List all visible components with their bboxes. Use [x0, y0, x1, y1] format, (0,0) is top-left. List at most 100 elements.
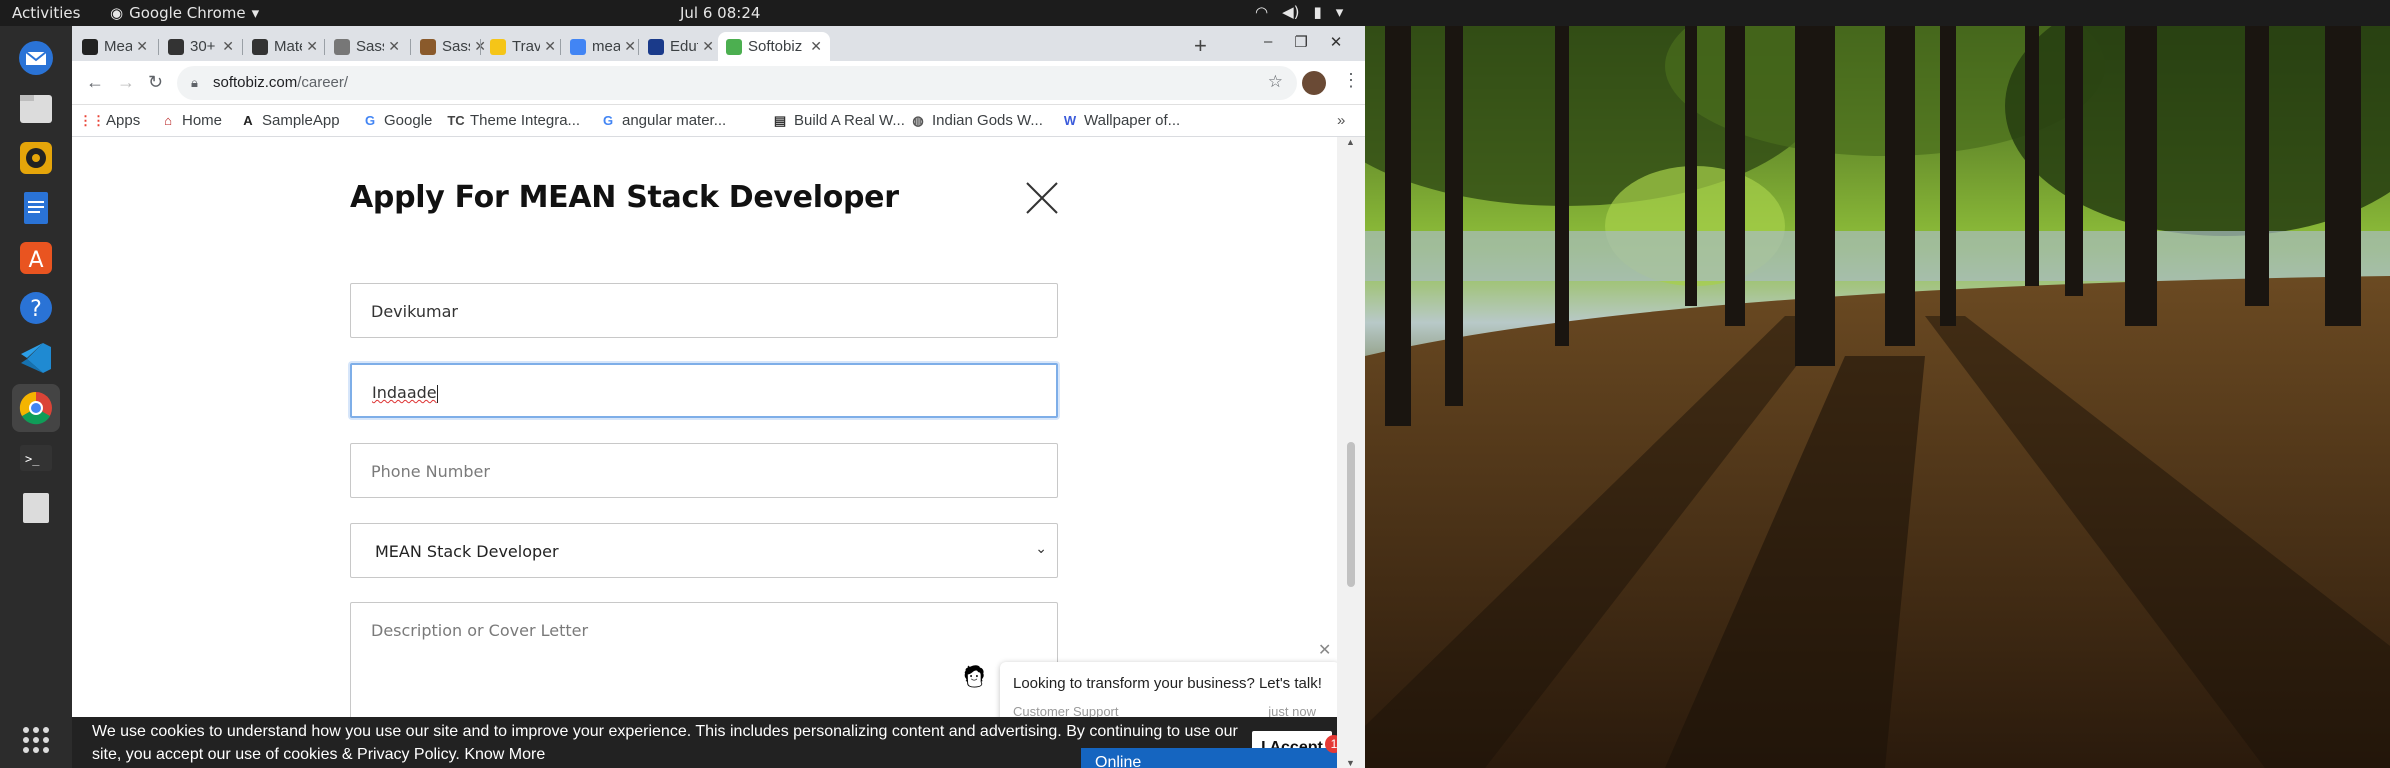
chat-message: Looking to transform your business? Let'…	[1013, 675, 1322, 692]
svg-text:?: ?	[30, 297, 42, 322]
last-name-field[interactable]: Indaade	[350, 363, 1058, 418]
bookmark-home[interactable]: ⌂ Home	[160, 112, 222, 129]
tab-travelo[interactable]: Travelo✕	[482, 32, 564, 61]
doc-icon: ▤	[773, 112, 787, 128]
software-center-icon[interactable]: A	[12, 234, 60, 282]
close-tab-icon[interactable]: ✕	[136, 38, 148, 55]
new-tab-button[interactable]: +	[1194, 33, 1207, 59]
close-tab-icon[interactable]: ✕	[222, 38, 234, 55]
url-path: /career/	[297, 74, 349, 91]
tab-meansta[interactable]: MeanSta✕	[74, 32, 156, 61]
chrome-menu-icon[interactable]: ⋮	[1342, 70, 1360, 91]
bookmark-wallpaper-of[interactable]: W Wallpaper of...	[1062, 112, 1180, 129]
tab-material[interactable]: Material✕	[244, 32, 326, 61]
reload-icon[interactable]: ↻	[148, 72, 163, 93]
close-window-icon[interactable]: ✕	[1330, 33, 1343, 51]
tab-mean-st[interactable]: mean st✕	[562, 32, 644, 61]
browser-toolbar: ← → ↻ 🔒︎ softobiz.com/career/ ☆ ⋮	[72, 61, 1365, 105]
travelo-icon	[490, 38, 506, 55]
close-tab-icon[interactable]: ✕	[544, 38, 556, 55]
tab-label: MeanSta	[104, 38, 133, 55]
terminal-icon[interactable]: >_	[12, 434, 60, 482]
volume-icon: ◀)	[1282, 3, 1300, 21]
description-placeholder: Description or Cover Letter	[371, 621, 589, 640]
chrome-window: MeanSta✕30+ Boo✕Material✕Sass HTM✕Sass T…	[72, 26, 1365, 768]
bookmark-angular-mater[interactable]: Gangular mater...	[600, 112, 726, 129]
svg-text:>_: >_	[25, 452, 40, 466]
lock-icon[interactable]: 🔒︎	[191, 75, 198, 91]
activities-button[interactable]: Activities	[12, 4, 80, 22]
bookmark-google[interactable]: G Google	[362, 112, 432, 129]
google-icon	[570, 38, 586, 55]
material-icon	[252, 38, 268, 55]
close-form-icon[interactable]	[1025, 181, 1059, 215]
scroll-up-icon[interactable]: ▲	[1346, 137, 1355, 147]
position-select[interactable]: MEAN Stack Developer ⌄	[350, 523, 1058, 578]
clock[interactable]: Jul 6 08:24	[680, 4, 760, 22]
minimize-icon[interactable]: –	[1264, 33, 1272, 51]
bookmark-label: Home	[182, 112, 223, 129]
bookmark-label: Theme Integra...	[470, 112, 581, 129]
close-tab-icon[interactable]: ✕	[810, 38, 822, 55]
chat-online-bar[interactable]: Online	[1081, 748, 1337, 768]
window-controls: – ❐ ✕	[1264, 33, 1342, 51]
close-tab-icon[interactable]: ✕	[702, 38, 714, 55]
maximize-icon[interactable]: ❐	[1294, 33, 1307, 51]
bookmark-apps[interactable]: ⋮⋮ Apps	[79, 112, 140, 129]
vscode-icon[interactable]	[12, 334, 60, 382]
desktop-wallpaper	[1365, 26, 2390, 768]
google-icon: G	[364, 113, 376, 128]
chevron-down-icon: ⌄	[1035, 541, 1047, 557]
more-bookmarks-icon[interactable]: »	[1337, 112, 1345, 129]
bookmark-label: Indian Gods W...	[932, 112, 1043, 129]
chat-close-icon[interactable]: ✕	[1318, 640, 1331, 660]
dock: A ? >_	[0, 26, 72, 768]
phone-number-field[interactable]: Phone Number	[350, 443, 1058, 498]
rhythmbox-icon[interactable]	[12, 134, 60, 182]
tab-separator	[324, 39, 325, 55]
close-tab-icon[interactable]: ✕	[624, 38, 636, 55]
editor-icon[interactable]	[12, 484, 60, 532]
bookmark-build-a-real-w[interactable]: ▤ Build A Real W...	[772, 112, 905, 129]
writer-icon[interactable]	[12, 184, 60, 232]
tab-label: Sass Tem	[442, 38, 470, 55]
app-menu[interactable]: ◉ Google Chrome ▾	[110, 4, 259, 22]
address-bar[interactable]: 🔒︎ softobiz.com/career/ ☆	[177, 66, 1297, 100]
tab-separator	[560, 39, 561, 55]
w-icon: W	[1063, 113, 1077, 128]
theme-icon	[420, 38, 436, 55]
last-name-value: Indaade	[372, 383, 437, 402]
scroll-down-icon[interactable]: ▼	[1346, 758, 1355, 768]
help-icon[interactable]: ?	[12, 284, 60, 332]
bookmark-indian-gods-w[interactable]: ◍ Indian Gods W...	[910, 112, 1043, 129]
thunderbird-icon[interactable]	[12, 34, 60, 82]
system-tray[interactable]: ◠ ◀) ▮ ▾	[1255, 3, 1343, 21]
tab-label: Sass HTM	[356, 38, 384, 55]
back-icon[interactable]: ←	[86, 72, 104, 93]
forward-icon[interactable]: →	[117, 72, 135, 93]
tab-softobiz[interactable]: Softobiz ✕	[718, 32, 830, 61]
page-scrollbar[interactable]: ▲ ▼	[1337, 137, 1365, 768]
phone-placeholder: Phone Number	[371, 462, 490, 481]
files-icon[interactable]	[12, 84, 60, 132]
know-more-link[interactable]: Know More	[464, 746, 545, 763]
tab-sass-htm[interactable]: Sass HTM✕	[326, 32, 408, 61]
github-icon	[82, 38, 98, 55]
close-tab-icon[interactable]: ✕	[306, 38, 318, 55]
scrollbar-thumb[interactable]	[1347, 442, 1355, 587]
profile-avatar[interactable]	[1302, 71, 1326, 95]
chrome-small-icon: ◉	[110, 4, 124, 22]
home-icon: ⌂	[164, 113, 172, 128]
close-tab-icon[interactable]: ✕	[388, 38, 400, 55]
bookmark-star-icon[interactable]: ☆	[1268, 72, 1283, 92]
book-icon	[168, 38, 184, 55]
chat-notification-badge: 1	[1325, 735, 1337, 753]
tab-30-boo[interactable]: 30+ Boo✕	[160, 32, 242, 61]
bookmark-sampleapp[interactable]: A SampleApp	[240, 112, 339, 129]
globe-icon: ◍	[912, 112, 924, 128]
bookmark-theme-integra[interactable]: TC Theme Integra...	[447, 112, 581, 129]
show-apps-icon[interactable]	[12, 716, 60, 764]
chrome-icon[interactable]	[12, 384, 60, 432]
first-name-field[interactable]: Devikumar	[350, 283, 1058, 338]
tab-edufied[interactable]: Edufied✕	[640, 32, 722, 61]
